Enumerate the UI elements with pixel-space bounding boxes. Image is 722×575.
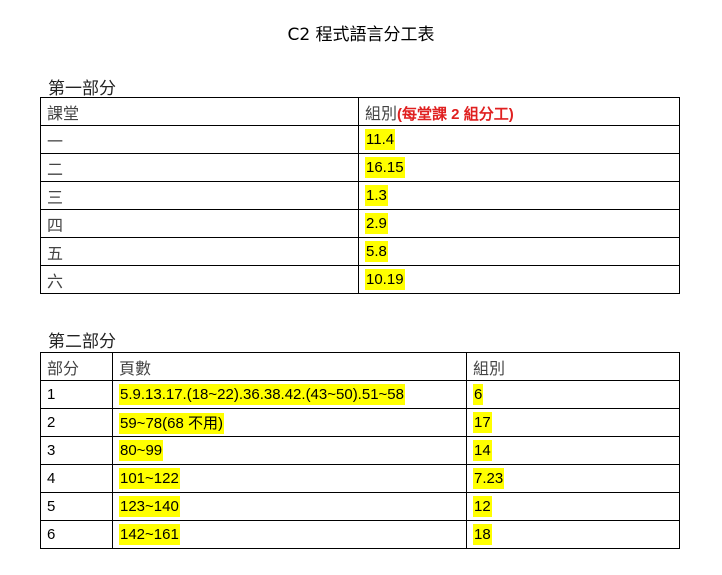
group-cell: 16.15 bbox=[358, 153, 680, 182]
class-cell: 一 bbox=[40, 125, 359, 154]
header-group: 組別 bbox=[466, 352, 680, 381]
class-cell: 六 bbox=[40, 265, 359, 294]
group-cell: 2.9 bbox=[358, 209, 680, 238]
class-cell: 二 bbox=[40, 153, 359, 182]
table-row: 三 1.3 bbox=[40, 181, 680, 210]
pages-cell: 59~78(68 不用) bbox=[112, 408, 467, 437]
header-group-note: (每堂課 2 組分工) bbox=[397, 105, 514, 123]
pages-cell-value: 101~122 bbox=[119, 468, 180, 489]
pages-cell: 101~122 bbox=[112, 464, 467, 493]
group-cell-value: 7.23 bbox=[473, 468, 505, 489]
group-cell: 1.3 bbox=[358, 181, 680, 210]
group-cell: 11.4 bbox=[358, 125, 680, 154]
part-cell: 4 bbox=[40, 464, 113, 493]
class-cell: 三 bbox=[40, 181, 359, 210]
table-row: 四 2.9 bbox=[40, 209, 680, 238]
group-cell-value: 17 bbox=[473, 412, 492, 433]
table-header-row: 課堂 組別(每堂課 2 組分工) bbox=[40, 97, 680, 126]
pages-cell: 142~161 bbox=[112, 520, 467, 549]
class-group-table: 課堂 組別(每堂課 2 組分工) 一 11.4 二 16.15 三 1.3 四 2.9 五 5.8… bbox=[40, 97, 680, 294]
pages-cell-value: 80~99 bbox=[119, 440, 164, 461]
table-row: 2 59~78(68 不用) 17 bbox=[40, 408, 680, 437]
table-row: 4 101~122 7.23 bbox=[40, 464, 680, 493]
class-cell: 四 bbox=[40, 209, 359, 238]
part-cell: 1 bbox=[40, 380, 113, 409]
group-cell-value: 10.19 bbox=[365, 269, 405, 290]
header-group: 組別(每堂課 2 組分工) bbox=[358, 97, 680, 126]
pages-cell-value: 59~78(68 不用) bbox=[119, 413, 224, 434]
group-cell-value: 2.9 bbox=[365, 213, 388, 234]
group-cell: 17 bbox=[466, 408, 680, 437]
group-cell: 5.8 bbox=[358, 237, 680, 266]
header-class: 課堂 bbox=[40, 97, 359, 126]
header-group-label: 組別 bbox=[365, 103, 398, 123]
group-cell: 18 bbox=[466, 520, 680, 549]
part-cell: 5 bbox=[40, 492, 113, 521]
group-cell-value: 11.4 bbox=[365, 129, 396, 150]
pages-cell-value: 5.9.13.17.(18~22).36.38.42.(43~50).51~58 bbox=[119, 384, 405, 405]
group-cell-value: 12 bbox=[473, 496, 492, 517]
pages-cell: 80~99 bbox=[112, 436, 467, 465]
section2-title: 第二部分 bbox=[48, 332, 116, 352]
table-row: 1 5.9.13.17.(18~22).36.38.42.(43~50).51~5… bbox=[40, 380, 680, 409]
group-cell-value: 16.15 bbox=[365, 157, 405, 178]
group-cell-value: 18 bbox=[473, 524, 492, 545]
header-part: 部分 bbox=[40, 352, 113, 381]
pages-cell-value: 142~161 bbox=[119, 524, 180, 545]
pages-cell-value: 123~140 bbox=[119, 496, 180, 517]
table-row: 六 10.19 bbox=[40, 265, 680, 294]
group-cell-value: 5.8 bbox=[365, 241, 388, 262]
group-cell: 6 bbox=[466, 380, 680, 409]
group-cell: 14 bbox=[466, 436, 680, 465]
group-cell-value: 14 bbox=[473, 440, 492, 461]
table-row: 一 11.4 bbox=[40, 125, 680, 154]
table-row: 5 123~140 12 bbox=[40, 492, 680, 521]
header-pages: 頁數 bbox=[112, 352, 467, 381]
pages-cell: 123~140 bbox=[112, 492, 467, 521]
group-cell-value: 1.3 bbox=[365, 185, 388, 206]
table-row: 3 80~99 14 bbox=[40, 436, 680, 465]
group-cell: 7.23 bbox=[466, 464, 680, 493]
table-header-row: 部分 頁數 組別 bbox=[40, 352, 680, 381]
part-cell: 3 bbox=[40, 436, 113, 465]
part-cell: 2 bbox=[40, 408, 113, 437]
section1-title: 第一部分 bbox=[48, 79, 116, 99]
group-cell: 10.19 bbox=[358, 265, 680, 294]
table-row: 二 16.15 bbox=[40, 153, 680, 182]
class-cell: 五 bbox=[40, 237, 359, 266]
pages-cell: 5.9.13.17.(18~22).36.38.42.(43~50).51~58 bbox=[112, 380, 467, 409]
group-cell: 12 bbox=[466, 492, 680, 521]
table-row: 五 5.8 bbox=[40, 237, 680, 266]
table-row: 6 142~161 18 bbox=[40, 520, 680, 549]
group-cell-value: 6 bbox=[473, 384, 484, 405]
part-cell: 6 bbox=[40, 520, 113, 549]
document-title: C2 程式語言分工表 bbox=[287, 25, 435, 45]
page-assignment-table: 部分 頁數 組別 1 5.9.13.17.(18~22).36.38.42.(43… bbox=[40, 352, 680, 549]
